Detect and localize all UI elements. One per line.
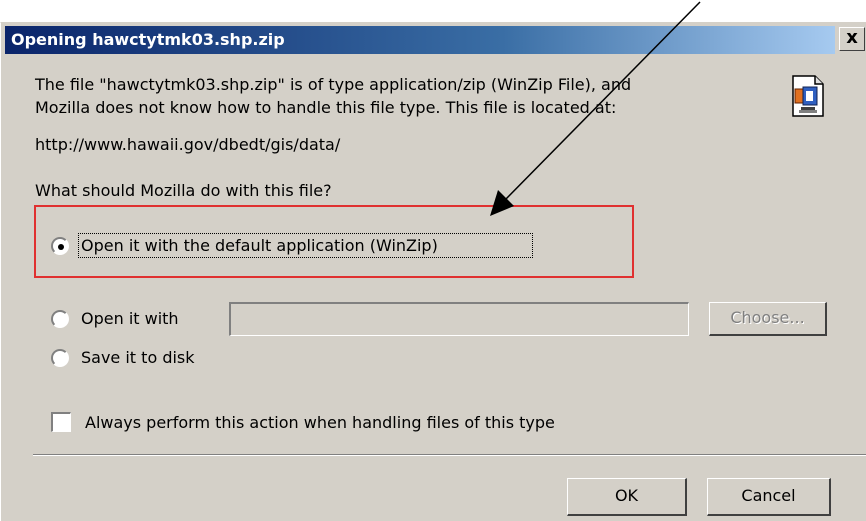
window-title: Opening hawctytmk03.shp.zip xyxy=(11,30,285,49)
question-label: What should Mozilla do with this file? xyxy=(35,181,332,200)
message-line-1: The file "hawctytmk03.shp.zip" is of typ… xyxy=(35,75,632,94)
highlight-annotation-box xyxy=(34,205,634,278)
always-perform-checkbox[interactable] xyxy=(51,412,71,432)
radio-open-with[interactable] xyxy=(51,310,69,328)
close-button[interactable]: x xyxy=(839,27,865,51)
message-line-2: Mozilla does not know how to handle this… xyxy=(35,98,617,117)
radio-save-to-disk[interactable] xyxy=(51,349,69,367)
option-save-label[interactable]: Save it to disk xyxy=(81,348,195,367)
zip-file-icon xyxy=(791,75,825,117)
ok-button[interactable]: OK xyxy=(567,478,687,516)
option-open-with[interactable]: Open it with xyxy=(51,308,221,332)
file-location: http://www.hawaii.gov/dbedt/gis/data/ xyxy=(35,135,341,154)
separator xyxy=(33,454,866,456)
always-perform-label[interactable]: Always perform this action when handling… xyxy=(85,413,555,432)
option-open-with-label[interactable]: Open it with xyxy=(81,309,179,328)
option-save[interactable]: Save it to disk xyxy=(51,347,271,371)
choose-button[interactable]: Choose... xyxy=(709,302,827,336)
application-path-field[interactable] xyxy=(229,302,689,336)
title-bar[interactable]: Opening hawctytmk03.shp.zip xyxy=(5,26,835,54)
cancel-button[interactable]: Cancel xyxy=(707,478,831,516)
